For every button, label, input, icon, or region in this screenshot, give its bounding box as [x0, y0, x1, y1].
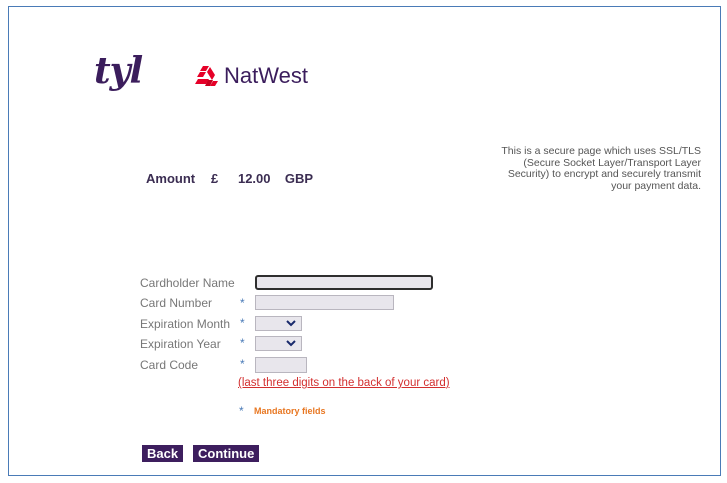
amount-display: Amount £ 12.00 GBP — [146, 171, 313, 186]
required-marker: * — [240, 316, 245, 330]
expiration-year-select[interactable] — [255, 336, 302, 351]
card-code-input[interactable] — [255, 357, 307, 373]
required-marker: * — [240, 296, 245, 310]
currency-code: GBP — [284, 171, 314, 186]
continue-button[interactable]: Continue — [193, 445, 260, 462]
secure-page-note: This is a secure page which uses SSL/TLS… — [501, 145, 701, 192]
expiration-month-select[interactable] — [255, 316, 302, 331]
required-marker: * — [240, 357, 245, 371]
mandatory-note: * Mandatory fields — [239, 404, 326, 418]
natwest-logo: NatWest — [195, 64, 308, 88]
back-button[interactable]: Back — [142, 445, 184, 462]
card-number-input[interactable] — [255, 295, 394, 310]
chevron-down-icon — [286, 340, 296, 347]
required-marker: * — [239, 404, 244, 418]
currency-symbol: £ — [211, 171, 219, 186]
card-code-hint: (last three digits on the back of your c… — [238, 377, 450, 389]
mandatory-text: Mandatory fields — [254, 406, 326, 416]
amount-label: Amount — [146, 171, 196, 186]
amount-value: 12.00 — [237, 171, 271, 186]
card-code-label: Card Code — [140, 358, 199, 372]
expiration-year-label: Expiration Year — [140, 337, 221, 351]
natwest-cube-icon — [195, 66, 218, 86]
tyl-logo: tyl — [94, 50, 143, 92]
chevron-down-icon — [286, 320, 296, 327]
required-marker: * — [240, 336, 245, 350]
cardholder-name-label: Cardholder Name — [140, 276, 235, 290]
card-number-label: Card Number — [140, 296, 213, 310]
natwest-wordmark: NatWest — [224, 63, 308, 88]
cardholder-name-input[interactable] — [255, 275, 433, 290]
expiration-month-label: Expiration Month — [140, 317, 231, 331]
